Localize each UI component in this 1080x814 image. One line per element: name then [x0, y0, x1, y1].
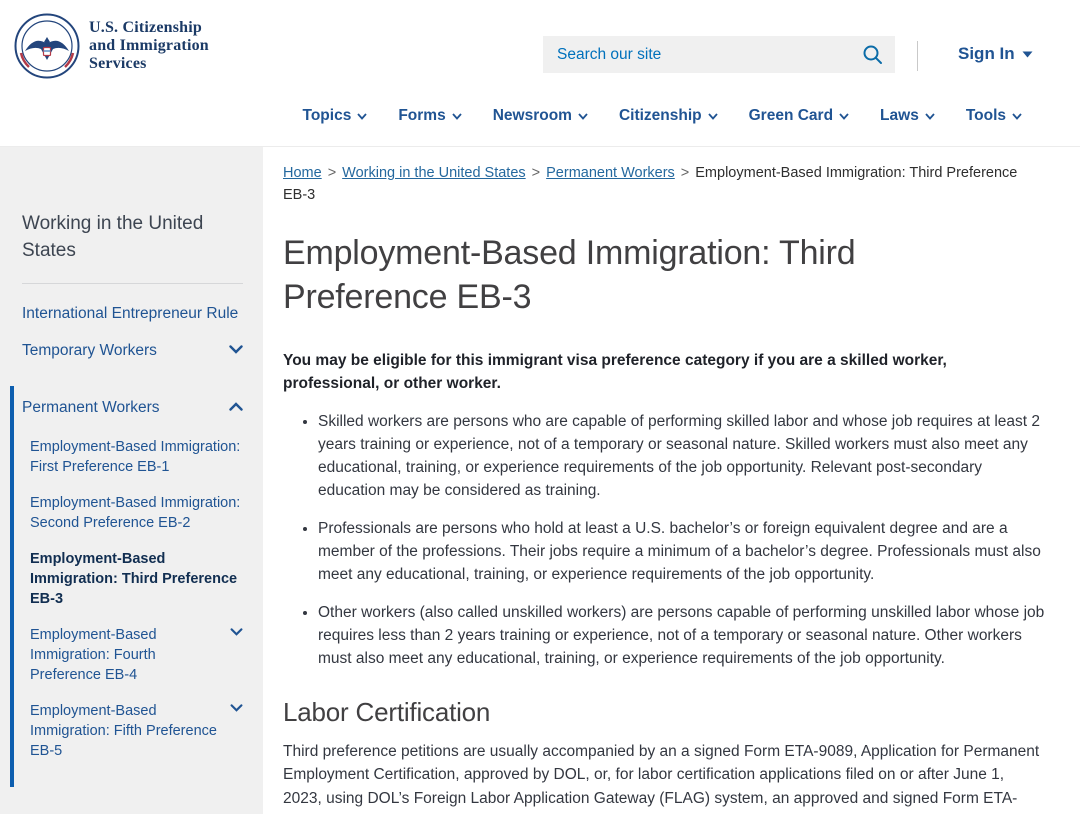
main-content: Home > Working in the United States > Perman…	[283, 147, 1045, 814]
search-input[interactable]	[543, 46, 858, 64]
site-header: U.S. Citizenship and Immigration Service…	[0, 0, 1080, 147]
sidebar-item-temporary-workers[interactable]: Temporary Workers	[22, 341, 243, 362]
nav-item-green-card[interactable]: Green Card	[749, 107, 849, 125]
list-item-skilled-workers: Skilled workers are persons who are capa…	[318, 411, 1045, 503]
sidebar-item-eb3-current[interactable]: Employment-Based Immigration: Third Pref…	[30, 549, 243, 609]
logo-line-2: and Immigration	[89, 37, 209, 55]
logo-line-1: U.S. Citizenship	[89, 19, 209, 37]
nav-item-citizenship[interactable]: Citizenship	[619, 107, 718, 125]
main-nav: Topics Forms Newsroom Citizenship Green …	[303, 107, 1022, 125]
logo-line-3: Services	[89, 55, 209, 73]
nav-label: Topics	[303, 107, 352, 125]
labor-certification-paragraph: Third preference petitions are usually a…	[283, 740, 1045, 814]
sidebar: Working in the United States Internation…	[0, 147, 263, 814]
search-box	[543, 36, 895, 73]
list-item-other-workers: Other workers (also called unskilled wor…	[318, 602, 1045, 671]
chevron-down-icon	[925, 113, 935, 120]
nav-label: Citizenship	[619, 107, 702, 125]
sidebar-group-permanent-workers: Permanent Workers Employment-Based Immig…	[10, 386, 243, 787]
chevron-down-icon	[230, 628, 243, 636]
chevron-down-icon	[357, 113, 367, 120]
breadcrumb: Home > Working in the United States > Perman…	[283, 163, 1045, 207]
sidebar-item-eb1[interactable]: Employment-Based Immigration: First Pref…	[30, 437, 243, 477]
sidebar-item-permanent-workers[interactable]: Permanent Workers	[22, 398, 243, 419]
eligibility-list: Skilled workers are persons who are capa…	[283, 411, 1045, 670]
nav-item-newsroom[interactable]: Newsroom	[493, 107, 588, 125]
sidebar-item-label: Employment-Based Immigration: First Pref…	[30, 437, 243, 477]
nav-label: Forms	[398, 107, 445, 125]
sidebar-item-label: Employment-Based Immigration: Fifth Pref…	[30, 701, 224, 761]
sidebar-heading: Working in the United States	[22, 211, 243, 265]
header-divider	[917, 41, 918, 71]
sign-in-label: Sign In	[958, 44, 1015, 64]
sidebar-item-label: Employment-Based Immigration: Third Pref…	[30, 549, 243, 609]
nav-item-forms[interactable]: Forms	[398, 107, 461, 125]
nav-item-laws[interactable]: Laws	[880, 107, 935, 125]
nav-item-topics[interactable]: Topics	[303, 107, 368, 125]
dhs-seal-icon	[14, 13, 80, 79]
chevron-down-icon	[452, 113, 462, 120]
sidebar-item-label: International Entrepreneur Rule	[22, 304, 238, 325]
chevron-down-icon	[708, 113, 718, 120]
sidebar-item-label: Employment-Based Immigration: Second Pre…	[30, 493, 243, 533]
chevron-down-icon	[229, 345, 243, 354]
sidebar-item-eb5[interactable]: Employment-Based Immigration: Fifth Pref…	[30, 701, 243, 761]
nav-label: Green Card	[749, 107, 833, 125]
page-title: Employment-Based Immigration: Third Pref…	[283, 231, 973, 319]
chevron-down-icon	[839, 113, 849, 120]
nav-label: Laws	[880, 107, 919, 125]
sidebar-sublist-permanent-workers: Employment-Based Immigration: First Pref…	[30, 437, 243, 761]
search-icon	[862, 44, 883, 65]
sidebar-item-label: Permanent Workers	[22, 398, 160, 419]
uscis-logo[interactable]: U.S. Citizenship and Immigration Service…	[14, 13, 209, 79]
nav-item-tools[interactable]: Tools	[966, 107, 1022, 125]
chevron-down-icon	[578, 113, 588, 120]
chevron-up-icon	[229, 402, 243, 411]
sign-in-button[interactable]: Sign In	[958, 44, 1033, 64]
sidebar-item-eb4[interactable]: Employment-Based Immigration: Fourth Pre…	[30, 625, 243, 685]
breadcrumb-link-home[interactable]: Home	[283, 165, 322, 181]
breadcrumb-link-permanent-workers[interactable]: Permanent Workers	[546, 165, 675, 181]
nav-label: Tools	[966, 107, 1006, 125]
breadcrumb-separator: >	[532, 165, 540, 181]
sidebar-divider	[22, 283, 243, 284]
intro-paragraph: You may be eligible for this immigrant v…	[283, 349, 1045, 396]
chevron-down-icon	[230, 704, 243, 712]
nav-label: Newsroom	[493, 107, 572, 125]
uscis-page: U.S. Citizenship and Immigration Service…	[0, 0, 1080, 814]
sidebar-item-label: Employment-Based Immigration: Fourth Pre…	[30, 625, 224, 685]
breadcrumb-link-working-in-us[interactable]: Working in the United States	[342, 165, 526, 181]
caret-down-icon	[1022, 51, 1033, 58]
labor-certification-heading: Labor Certification	[283, 697, 1045, 728]
sidebar-item-eb2[interactable]: Employment-Based Immigration: Second Pre…	[30, 493, 243, 533]
paragraph-text: Third preference petitions are usually a…	[283, 743, 1039, 814]
uscis-logo-text: U.S. Citizenship and Immigration Service…	[89, 19, 209, 73]
sidebar-item-label: Temporary Workers	[22, 341, 157, 362]
list-item-professionals: Professionals are persons who hold at le…	[318, 518, 1045, 587]
breadcrumb-separator: >	[681, 165, 689, 181]
sidebar-item-international-entrepreneur-rule[interactable]: International Entrepreneur Rule	[22, 304, 243, 325]
search-button[interactable]	[858, 44, 895, 65]
breadcrumb-separator: >	[328, 165, 336, 181]
chevron-down-icon	[1012, 113, 1022, 120]
